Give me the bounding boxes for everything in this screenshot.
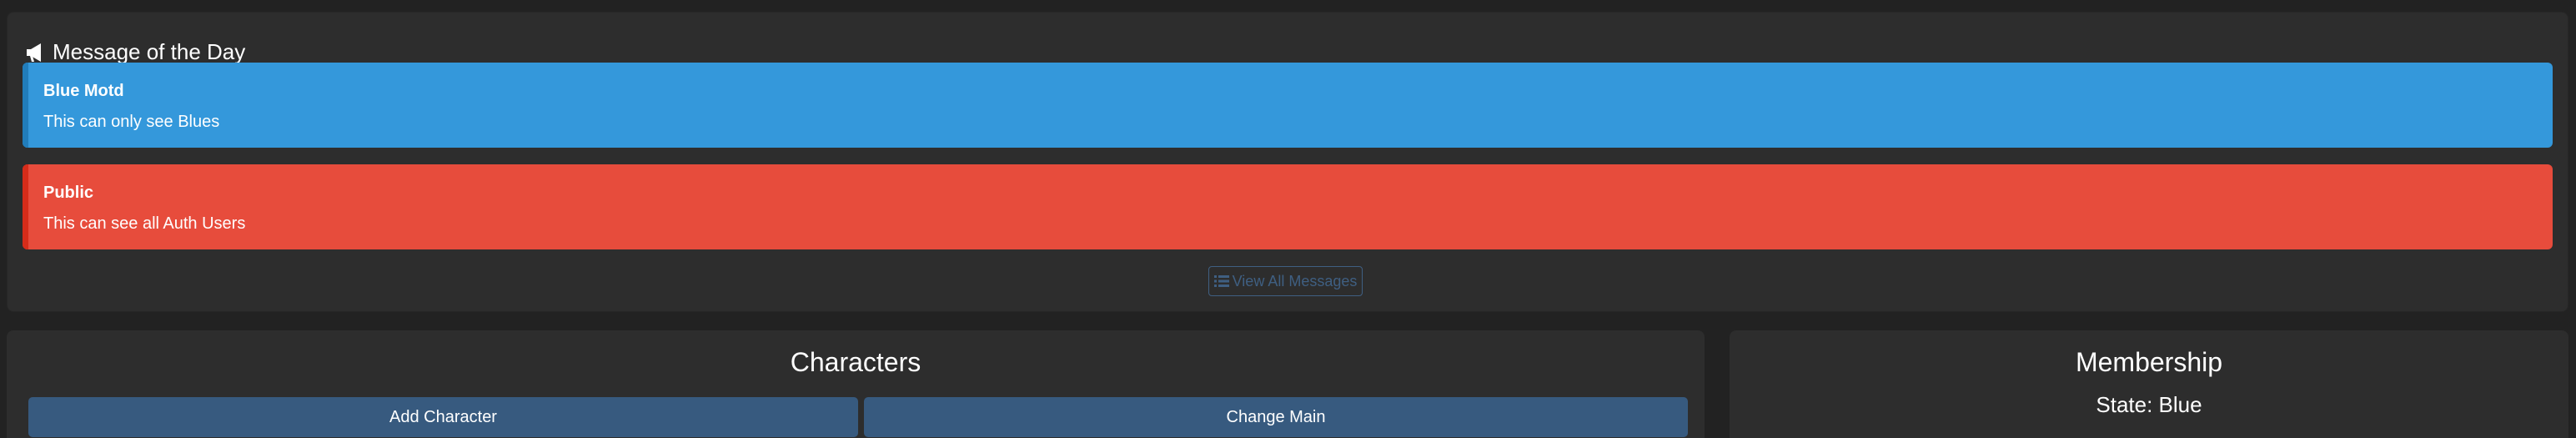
- motd-card-public: Public This can see all Auth Users: [23, 164, 2553, 249]
- motd-card-body: This can see all Auth Users: [43, 214, 246, 233]
- view-all-messages-button[interactable]: View All Messages: [1208, 266, 1363, 296]
- motd-card-blue: Blue Motd This can only see Blues: [23, 63, 2553, 148]
- motd-panel: Message of the Day Blue Motd This can on…: [7, 12, 2568, 312]
- membership-state: State: Blue: [2096, 392, 2202, 417]
- card-accent-bar: [23, 164, 28, 249]
- motd-title: Message of the Day: [53, 39, 246, 64]
- characters-title: Characters: [790, 347, 921, 377]
- dashboard-page: Message of the Day Blue Motd This can on…: [0, 0, 2576, 438]
- megaphone-icon: [24, 41, 48, 64]
- motd-card-body: This can only see Blues: [43, 113, 220, 131]
- membership-panel: Membership State: Blue: [1730, 330, 2568, 438]
- membership-title: Membership: [2075, 347, 2223, 377]
- list-icon: [1213, 274, 1229, 288]
- motd-header: Message of the Day: [24, 39, 245, 65]
- characters-panel: Characters Add Character Change Main: [7, 330, 1705, 438]
- change-main-button[interactable]: Change Main: [864, 397, 1688, 437]
- card-accent-bar: [23, 63, 28, 148]
- view-all-label: View All Messages: [1232, 272, 1358, 289]
- add-character-button[interactable]: Add Character: [28, 397, 858, 437]
- motd-card-title: Public: [43, 184, 94, 202]
- motd-card-title: Blue Motd: [43, 82, 124, 100]
